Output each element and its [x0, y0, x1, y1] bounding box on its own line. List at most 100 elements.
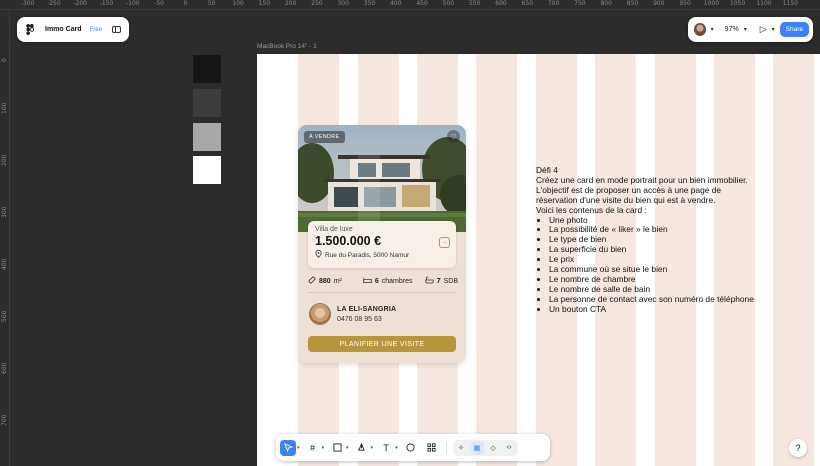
color-swatch-dark-gray[interactable]	[193, 89, 221, 117]
prototype-icon[interactable]: ✧	[455, 441, 468, 455]
ruler-tick-label: 750	[574, 0, 586, 7]
ruler-tick-label: 700	[1, 414, 8, 426]
code-icon[interactable]: ‹›	[503, 441, 516, 455]
property-features: 880 m² 6 chambres 7 SDB	[308, 275, 458, 287]
zoom-level[interactable]: 97%	[725, 26, 739, 33]
present-play-icon[interactable]: ▷	[760, 24, 767, 35]
bedrooms-feature: 6 chambres	[363, 277, 425, 286]
text-icon[interactable]: T	[378, 440, 394, 456]
ruler-tick-label: 1150	[782, 0, 798, 7]
ruler-icon	[308, 276, 316, 286]
bathtub-icon	[425, 276, 434, 286]
contact-avatar	[309, 303, 331, 325]
ruler-tick-label: 450	[416, 0, 428, 7]
bathrooms-feature: 7 SDB	[425, 276, 458, 286]
surface-unit: m²	[333, 277, 342, 285]
ruler-tick-label: 350	[363, 0, 376, 7]
address-text: Rue du Paradis, 5000 Namur	[325, 251, 410, 259]
color-swatch-black[interactable]	[193, 55, 221, 83]
ruler-tick-label: 950	[679, 0, 691, 7]
ruler-tick-label: 200	[1, 154, 8, 166]
ruler-tick-label: 100	[1, 102, 8, 114]
bathrooms-unit: SDB	[443, 277, 458, 285]
ruler-tick-label: 500	[1, 310, 8, 322]
user-avatar[interactable]	[694, 23, 706, 36]
ruler-tick-label: -250	[47, 0, 61, 7]
property-address: Rue du Paradis, 5000 Namur	[315, 250, 449, 260]
ruler-tick-label: 800	[600, 0, 612, 7]
chevron-down-icon[interactable]: ▾	[395, 445, 398, 451]
share-button[interactable]: Share	[779, 22, 809, 37]
horizontal-ruler: -300 -250 -200 -150 -100 -50 0 50 100 150 200 250 30…	[0, 0, 820, 10]
file-name[interactable]: Immo Card	[45, 26, 82, 33]
ruler-tick-label: 900	[653, 0, 665, 7]
bedrooms-value: 6	[374, 277, 379, 285]
ruler-tick-label: -300	[20, 0, 35, 7]
plan-badge: Free	[89, 26, 102, 33]
project-menu[interactable]: Immo Card Free	[17, 17, 129, 42]
ruler-tick-label: 400	[1, 258, 8, 270]
cursor-icon[interactable]	[280, 439, 296, 456]
ruler-tick-label: 850	[626, 0, 639, 7]
contact-phone[interactable]: 0476 08 95 63	[337, 316, 396, 323]
help-button[interactable]: ?	[789, 439, 807, 457]
sidebar-toggle-icon[interactable]	[112, 26, 121, 33]
frame-label[interactable]: MacBook Pro 14" - 1	[257, 43, 317, 50]
chevron-down-icon[interactable]: ▾	[772, 26, 775, 33]
figma-logo-icon[interactable]	[25, 24, 35, 36]
ruler-tick-label: 1100	[756, 0, 772, 7]
layout-grid-column	[476, 54, 517, 466]
chevron-down-icon[interactable]: ▾	[297, 445, 300, 451]
arrow-right-icon[interactable]: →	[439, 237, 450, 248]
ruler-tick-label: 200	[284, 0, 297, 7]
ruler-tick-label: 100	[232, 0, 244, 7]
for-sale-badge: À VENDRE	[304, 131, 345, 143]
comment-icon[interactable]	[403, 440, 419, 456]
frame-icon[interactable]: #	[305, 440, 321, 456]
ruler-tick-label: 400	[390, 0, 402, 7]
dev-mode-icon[interactable]: ◇	[487, 441, 500, 455]
ruler-tick-label: 300	[337, 0, 349, 7]
ruler-tick-label: 0	[183, 0, 188, 7]
property-price: 1.500.000 €	[315, 234, 382, 248]
contact-name: LA ELI-SANGRIA	[337, 305, 397, 313]
ruler-tick-label: 50	[207, 0, 216, 7]
chevron-down-icon[interactable]: ▾	[371, 445, 374, 451]
location-pin-icon	[315, 250, 322, 260]
challenge-brief[interactable]: Défi 4 Créez une card en mode portrait p…	[536, 165, 806, 315]
ruler-tick-label: 650	[521, 0, 534, 7]
chevron-down-icon[interactable]: ▾	[744, 26, 747, 33]
chevron-down-icon[interactable]: ▾	[711, 26, 714, 33]
heart-icon[interactable]: ♡	[447, 130, 460, 143]
ruler-tick-label: 300	[1, 206, 8, 218]
ruler-tick-label: 600	[495, 0, 507, 7]
property-info: Villa de luxe 1.500.000 € Rue du Paradis…	[308, 221, 456, 268]
pen-icon[interactable]	[354, 440, 370, 456]
ruler-tick-label: 500	[442, 0, 455, 7]
plan-visit-button[interactable]: PLANIFIER UNE VISITE	[308, 336, 456, 352]
ruler-tick-label: 1050	[730, 0, 746, 7]
color-swatch-white[interactable]	[193, 156, 221, 184]
ruler-tick-label: -200	[73, 0, 87, 7]
chevron-down-icon[interactable]: ▾	[322, 445, 325, 451]
surface-feature: 880 m²	[308, 276, 363, 286]
vertical-ruler: 0 100 200 300 400 500 600 700	[0, 10, 10, 466]
brief-list: Une photo La possibilité de « liker » le…	[536, 215, 806, 315]
bedrooms-unit: chambres	[381, 277, 413, 285]
list-item: Un bouton CTA	[549, 304, 806, 315]
ruler-tick-label: -50	[154, 0, 164, 7]
divider	[308, 292, 456, 293]
property-photo: À VENDRE ♡	[298, 125, 466, 232]
design-icon[interactable]: ▦	[470, 440, 484, 455]
chevron-down-icon[interactable]: ▾	[346, 445, 349, 451]
contact-person: LA ELI-SANGRIA 0476 08 95 63	[309, 301, 459, 327]
color-swatch-light-gray[interactable]	[193, 123, 221, 151]
rectangle-icon[interactable]	[329, 440, 345, 456]
list-item: La superficie du bien	[549, 244, 806, 255]
toolbar-divider	[445, 440, 447, 455]
bathrooms-value: 7	[436, 277, 441, 285]
components-icon[interactable]	[424, 440, 440, 456]
ruler-tick-label: 0	[1, 58, 8, 62]
top-right-toolbar: ▾ 97% ▾ ▷ ▾ Share	[688, 17, 813, 42]
ruler-tick-label: -100	[125, 0, 140, 7]
